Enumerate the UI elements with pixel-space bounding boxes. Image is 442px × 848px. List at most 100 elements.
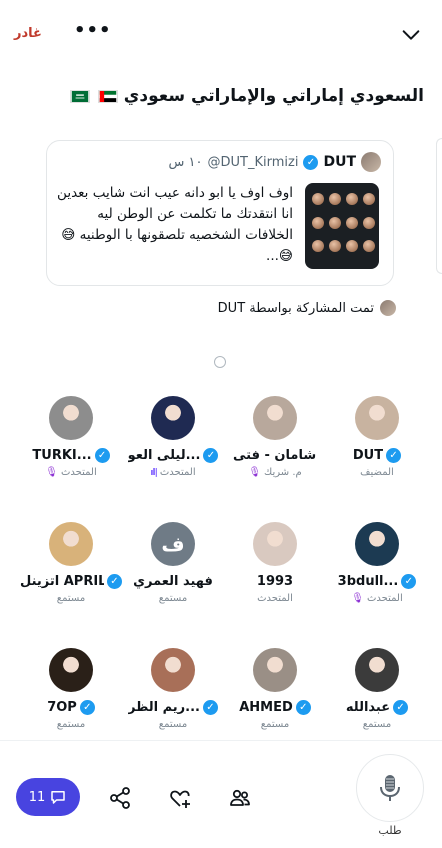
- tweet-media-thumbnail[interactable]: [305, 183, 379, 269]
- participant-role-row: المتحدث: [224, 593, 326, 604]
- participant[interactable]: TURKI... ✓ المتحدث 🎙: [20, 392, 122, 478]
- participant-role: مستمع: [260, 719, 290, 730]
- participant[interactable]: 7OP ✓ مستمع: [20, 644, 122, 730]
- participant[interactable]: ف فهيد العمري مستمع: [122, 518, 224, 604]
- shared-tweet-card[interactable]: DUT ✓ @DUT_Kirmizi ١٠ س اوف اوف يا ابو د…: [46, 140, 394, 286]
- participant[interactable]: 3bdull... ✓ المتحدث 🎙: [326, 518, 428, 604]
- tweet-time: ١٠ س: [168, 154, 203, 170]
- participant-name: AHMED: [239, 700, 293, 715]
- more-options-button[interactable]: •••: [74, 20, 112, 41]
- participant-name: ليلى العو...: [127, 448, 201, 463]
- verified-icon: ✓: [303, 154, 319, 170]
- participant[interactable]: اتزينل APRIL ✓ مستمع: [20, 518, 122, 604]
- participant-name: اتزينل APRIL: [20, 574, 104, 589]
- sharer-avatar: [380, 300, 396, 316]
- tweet-author-name: DUT: [323, 154, 356, 170]
- participant[interactable]: عبدالله ✓ مستمع: [326, 644, 428, 730]
- people-icon[interactable]: [228, 786, 252, 810]
- participant-role-row: المتحدث |ıl: [122, 467, 224, 478]
- verified-icon: ✓: [79, 700, 95, 715]
- participant-name-row: AHMED ✓: [224, 700, 326, 715]
- participant-name: 1993: [256, 574, 294, 589]
- participant-role-row: مستمع: [20, 593, 122, 604]
- participant-avatar: ف: [151, 522, 195, 566]
- verified-icon: ✓: [203, 700, 218, 715]
- participant-role: مستمع: [362, 719, 392, 730]
- participant-avatar: [355, 522, 399, 566]
- participant-role-row: مستمع: [122, 719, 224, 730]
- participant-name-row: فهيد العمري: [122, 574, 224, 589]
- participant-role: مستمع: [158, 719, 188, 730]
- participant-avatar: [253, 396, 297, 440]
- space-title: السعودي إماراتي والإماراتي سعودي: [24, 86, 424, 106]
- participant-name: عبدالله: [345, 700, 391, 715]
- uae-flag-icon: [97, 89, 118, 103]
- participant-role: مستمع: [158, 593, 188, 604]
- shared-by-text: تمت المشاركة بواسطة DUT: [217, 300, 374, 316]
- speaking-bars-icon: |ıl: [150, 467, 158, 478]
- participant[interactable]: ليلى العو... ✓ المتحدث |ıl: [122, 392, 224, 478]
- request-mic-button[interactable]: [356, 754, 424, 822]
- chevron-down-icon[interactable]: [400, 24, 422, 46]
- divider: [0, 740, 442, 741]
- participant[interactable]: DUT ✓ المضيف: [326, 392, 428, 478]
- tweet-text: اوف اوف يا ابو دانه عيب انت شايب بعدين ا…: [57, 185, 293, 264]
- participant-role-row: مستمع: [326, 719, 428, 730]
- participant-role: مستمع: [56, 593, 86, 604]
- participant-role-row: المتحدث 🎙: [20, 467, 122, 478]
- participant-avatar: [49, 522, 93, 566]
- participant-name-row: 7OP ✓: [20, 700, 122, 715]
- participant-name-row: DUT ✓: [326, 448, 428, 463]
- participant-name: فهيد العمري: [133, 574, 213, 589]
- comments-button[interactable]: 11: [16, 778, 80, 816]
- tweet-header: DUT ✓ @DUT_Kirmizi ١٠ س: [169, 151, 381, 173]
- participant-avatar: [151, 396, 195, 440]
- verified-icon: ✓: [386, 448, 402, 463]
- mic-off-icon: 🎙: [45, 467, 58, 478]
- mic-off-icon: 🎙: [248, 467, 262, 478]
- participant-role-row: المضيف: [326, 467, 428, 478]
- participant-role: مستمع: [56, 719, 86, 730]
- participant[interactable]: 1993 المتحدث: [224, 518, 326, 604]
- participant-avatar: [253, 522, 297, 566]
- verified-icon: ✓: [107, 574, 122, 589]
- participant-name-row: شامان - فتى...: [224, 448, 326, 463]
- react-heart-icon[interactable]: [168, 786, 192, 810]
- participant[interactable]: شامان - فتى... م. شريك🎙: [224, 392, 326, 478]
- participant-name: ريم الظر...: [127, 700, 200, 715]
- participant-role-row: مستمع: [20, 719, 122, 730]
- participants-row: عبدالله ✓ مستمع AHMED ✓ مستمع ريم الظر... ✓ مستم…: [18, 644, 424, 754]
- comment-icon: [51, 791, 66, 804]
- verified-icon: ✓: [295, 700, 311, 715]
- participant-name-row: ريم الظر... ✓: [122, 700, 224, 715]
- participants-row: DUT✓المضيفشامان - فتى...م. شريك🎙ليلى الع…: [18, 392, 424, 502]
- participant[interactable]: ريم الظر... ✓ مستمع: [122, 644, 224, 730]
- participant[interactable]: AHMED ✓ مستمع: [224, 644, 326, 730]
- participant-avatar: [49, 648, 93, 692]
- participant-avatar: [355, 396, 399, 440]
- verified-icon: ✓: [203, 448, 219, 463]
- request-label: طلب: [378, 824, 402, 837]
- participant-avatar: [253, 648, 297, 692]
- microphone-icon: [380, 775, 400, 801]
- verified-icon: ✓: [401, 574, 417, 589]
- mic-off-icon: 🎙: [351, 593, 364, 604]
- top-bar: غادر •••: [0, 0, 442, 70]
- comments-count: 11: [28, 789, 46, 805]
- participant-name: 3bdull...: [337, 574, 399, 589]
- participant-role-row: مستمع: [224, 719, 326, 730]
- participant-avatar: [355, 648, 399, 692]
- participant-role: المتحدث: [159, 467, 196, 478]
- verified-icon: ✓: [94, 448, 110, 463]
- shared-by-line: تمت المشاركة بواسطة DUT: [218, 300, 396, 316]
- participant-name-row: 3bdull... ✓: [326, 574, 428, 589]
- share-icon[interactable]: [108, 786, 132, 810]
- tweet-author-handle: @DUT_Kirmizi: [207, 154, 299, 170]
- page-indicator-icon: [214, 356, 226, 368]
- participant-role-row: م. شريك 🎙: [224, 467, 326, 478]
- participant-avatar: [151, 648, 195, 692]
- participant-role: المتحدث: [366, 593, 403, 604]
- participant-role: المتحدث: [257, 593, 293, 604]
- saudi-flag-icon: [69, 89, 90, 103]
- leave-button[interactable]: غادر: [14, 26, 42, 41]
